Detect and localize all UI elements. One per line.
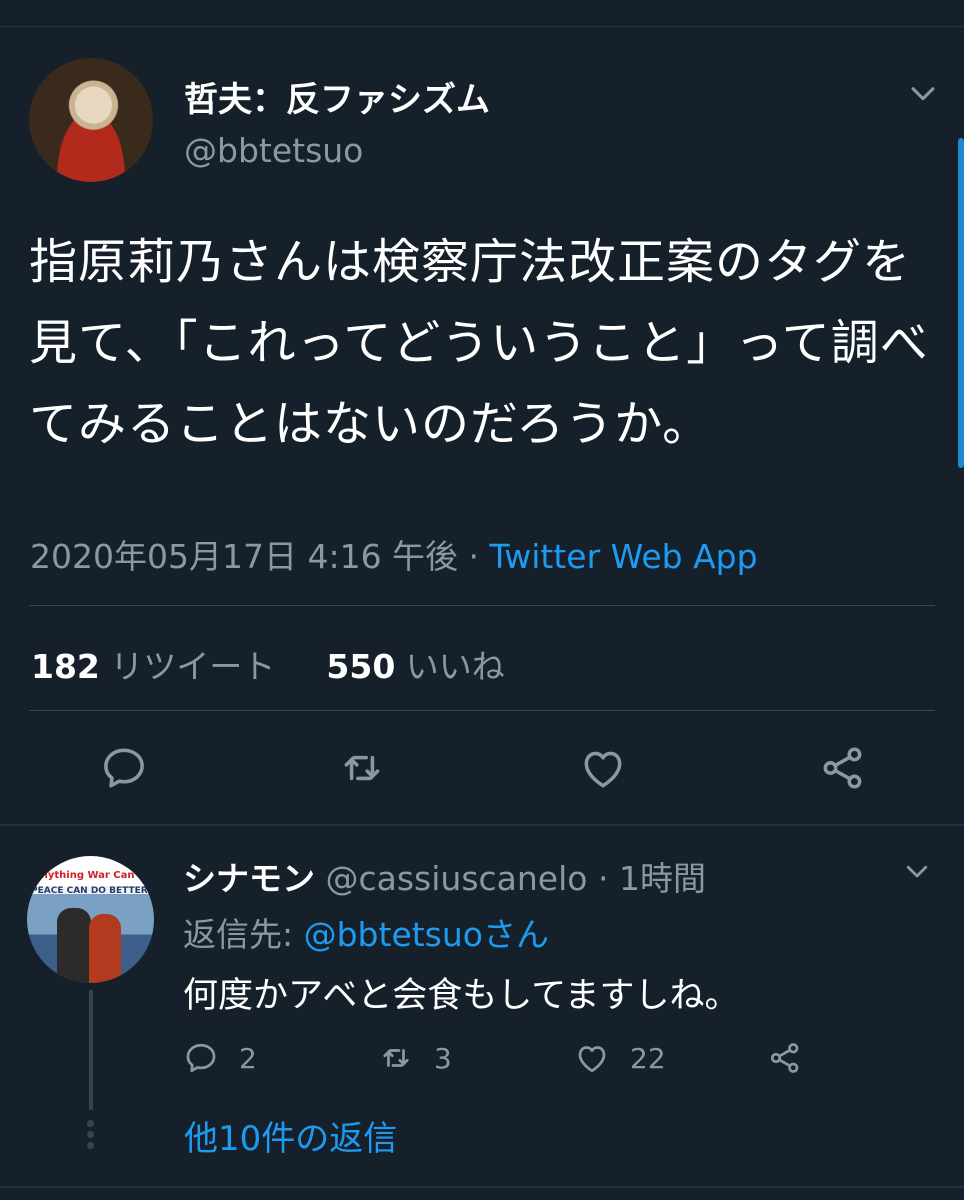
- reply-icon: [186, 1043, 216, 1073]
- reply-retweet-count: 3: [434, 1041, 452, 1075]
- top-divider: [0, 26, 964, 27]
- divider: [29, 605, 935, 606]
- like-label: いいね: [405, 647, 505, 686]
- chevron-down-icon[interactable]: [902, 856, 932, 886]
- thread-dot: [87, 1131, 94, 1138]
- share-icon: [770, 1043, 799, 1073]
- retweet-stat[interactable]: 182 リツイート: [31, 647, 275, 686]
- tweet-text: 指原莉乃さんは検察庁法改正案のタグを見て、「これってどういうこと」って調べてみる…: [29, 234, 929, 452]
- retweet-count: 182: [31, 647, 100, 686]
- reply-handle[interactable]: @cassiuscanelo: [326, 859, 588, 898]
- retweet-icon: [383, 1049, 409, 1067]
- reply-like-count: 22: [630, 1041, 666, 1075]
- tweet-stats: 182 リツイート 550 いいね: [31, 640, 505, 688]
- tweet-timestamp[interactable]: 2020年05月17日 4:16 午後: [30, 537, 458, 576]
- reply-share-button[interactable]: [767, 1038, 823, 1078]
- reply-icon[interactable]: [99, 743, 149, 793]
- like-stat[interactable]: 550 いいね: [326, 647, 504, 686]
- like-count: 550: [326, 647, 396, 686]
- show-more-replies-link[interactable]: 他10件の返信: [184, 1111, 397, 1160]
- divider: [29, 710, 935, 711]
- thread-dot: [87, 1120, 94, 1127]
- replying-to-label: 返信先:: [183, 915, 304, 954]
- thread-dot: [87, 1142, 94, 1149]
- scrollbar[interactable]: [958, 138, 964, 468]
- replying-to: 返信先: @bbtetsuoさん: [183, 908, 549, 956]
- reply-reply-button[interactable]: 2: [183, 1038, 257, 1078]
- heart-icon: [578, 1046, 606, 1073]
- share-icon[interactable]: [818, 743, 868, 793]
- tweet-meta: 2020年05月17日 4:16 午後 · Twitter Web App: [30, 530, 758, 578]
- chevron-down-icon[interactable]: [906, 76, 940, 110]
- reply-display-name[interactable]: シナモン: [183, 859, 315, 898]
- reply-author-avatar[interactable]: Anything War Can Do PEACE CAN DO BETTER: [27, 856, 154, 983]
- author-avatar[interactable]: [29, 58, 153, 182]
- tweet-source-link[interactable]: Twitter Web App: [490, 537, 758, 576]
- avatar-text-top: Anything War Can Do: [33, 870, 154, 881]
- meta-separator: ·: [458, 537, 490, 576]
- replying-to-user[interactable]: @bbtetsuoさん: [304, 915, 549, 954]
- author-handle[interactable]: @bbtetsuo: [184, 131, 363, 170]
- author-display-name[interactable]: 哲夫：反ファシズム: [184, 72, 490, 121]
- avatar-text-bottom: PEACE CAN DO BETTER: [31, 886, 148, 896]
- bottom-divider: [0, 1186, 964, 1188]
- reply-retweet-button[interactable]: 3: [378, 1038, 452, 1078]
- thread-connector: [89, 990, 93, 1110]
- retweet-label: リツイート: [110, 647, 276, 686]
- heart-icon[interactable]: [578, 743, 628, 793]
- reply-text: 何度かアベと会食もしてますしね。: [183, 976, 740, 1016]
- reply-reply-count: 2: [239, 1041, 257, 1075]
- reply-time[interactable]: 1時間: [619, 859, 706, 898]
- section-divider: [0, 824, 964, 826]
- reply-like-button[interactable]: 22: [574, 1038, 666, 1078]
- retweet-icon[interactable]: [337, 743, 387, 793]
- reply-separator: ·: [587, 859, 619, 898]
- reply-header: シナモン @cassiuscanelo · 1時間: [183, 852, 706, 900]
